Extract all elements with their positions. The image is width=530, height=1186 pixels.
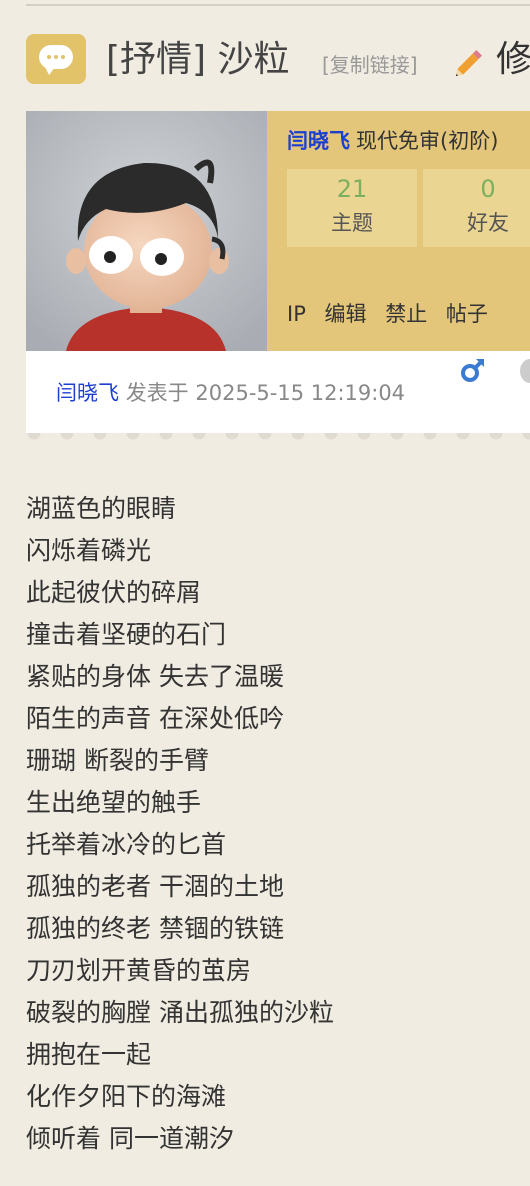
- poem-line: 孤独的老者 干涸的土地: [26, 872, 284, 901]
- avatar[interactable]: [26, 111, 267, 351]
- author-rank: 现代免审(初阶): [356, 129, 499, 153]
- post-content: 湖蓝色的眼睛 闪烁着磷光 此起彼伏的碎屑 撞击着坚硬的石门 紧贴的身体 失去了温…: [26, 488, 530, 1160]
- male-icon: [461, 359, 484, 382]
- poem-line: 破裂的胸膛 涌出孤独的沙粒: [26, 998, 334, 1027]
- post-meta: 闫晓飞 发表于 2025-5-15 12:19:04: [56, 377, 405, 407]
- poem-line: 湖蓝色的眼睛: [26, 494, 177, 523]
- poem-line: 化作夕阳下的海滩: [26, 1082, 227, 1111]
- poem-line: 刀刃划开黄昏的茧房: [26, 956, 252, 985]
- poem-line: 生出绝望的触手: [26, 788, 202, 817]
- thread-title-row: [抒情] 沙粒 [复制链接] 修: [26, 32, 530, 88]
- posted-label: 发表于: [125, 381, 189, 405]
- post-meta-bar: 闫晓飞 发表于 2025-5-15 12:19:04: [26, 351, 530, 433]
- thread-title: [抒情] 沙粒: [106, 39, 290, 80]
- stat-topics-value: 21: [336, 175, 368, 203]
- pencil-icon[interactable]: [452, 44, 488, 80]
- edit-user-button[interactable]: 编辑: [325, 302, 367, 326]
- author-profile-card: 闫晓飞 现代免审(初阶) 21 主题 0 好友 IP 编辑 禁止 帖子: [26, 111, 530, 351]
- author-info-panel: 闫晓飞 现代免审(初阶) 21 主题 0 好友 IP 编辑 禁止 帖子: [267, 111, 530, 351]
- posts-button[interactable]: 帖子: [446, 302, 488, 326]
- online-status-icon: [520, 359, 530, 383]
- poem-line: 闪烁着磷光: [26, 536, 152, 565]
- poem-line: 珊瑚 断裂的手臂: [26, 746, 209, 775]
- poem-line: 此起彼伏的碎屑: [26, 578, 202, 607]
- chat-bubble-icon: [26, 34, 86, 84]
- post-datetime: 2025-5-15 12:19:04: [195, 381, 406, 405]
- poem-line: 倾听着 同一道潮汐: [26, 1124, 234, 1153]
- post-author-link[interactable]: 闫晓飞: [56, 381, 119, 405]
- top-divider: [26, 4, 530, 6]
- scalloped-divider: [26, 433, 530, 445]
- poem-line: 撞击着坚硬的石门: [26, 620, 227, 649]
- poem-line: 托举着冰冷的匕首: [26, 830, 227, 859]
- author-actions: IP 编辑 禁止 帖子: [287, 298, 500, 328]
- stat-friends[interactable]: 0 好友: [423, 169, 530, 247]
- stat-friends-label: 好友: [467, 211, 509, 235]
- poem-line: 陌生的声音 在深处低吟: [26, 704, 284, 733]
- poem-line: 拥抱在一起: [26, 1040, 152, 1069]
- stat-topics-label: 主题: [331, 211, 373, 235]
- author-name-link[interactable]: 闫晓飞: [287, 129, 350, 153]
- stat-friends-value: 0: [480, 175, 496, 203]
- edit-label[interactable]: 修: [496, 32, 530, 88]
- copy-link-button[interactable]: [复制链接]: [322, 49, 418, 78]
- stat-topics[interactable]: 21 主题: [287, 169, 417, 247]
- ip-button[interactable]: IP: [287, 302, 306, 326]
- ban-button[interactable]: 禁止: [385, 302, 427, 326]
- poem-line: 孤独的终老 禁锢的铁链: [26, 914, 284, 943]
- poem-line: 紧贴的身体 失去了温暖: [26, 662, 284, 691]
